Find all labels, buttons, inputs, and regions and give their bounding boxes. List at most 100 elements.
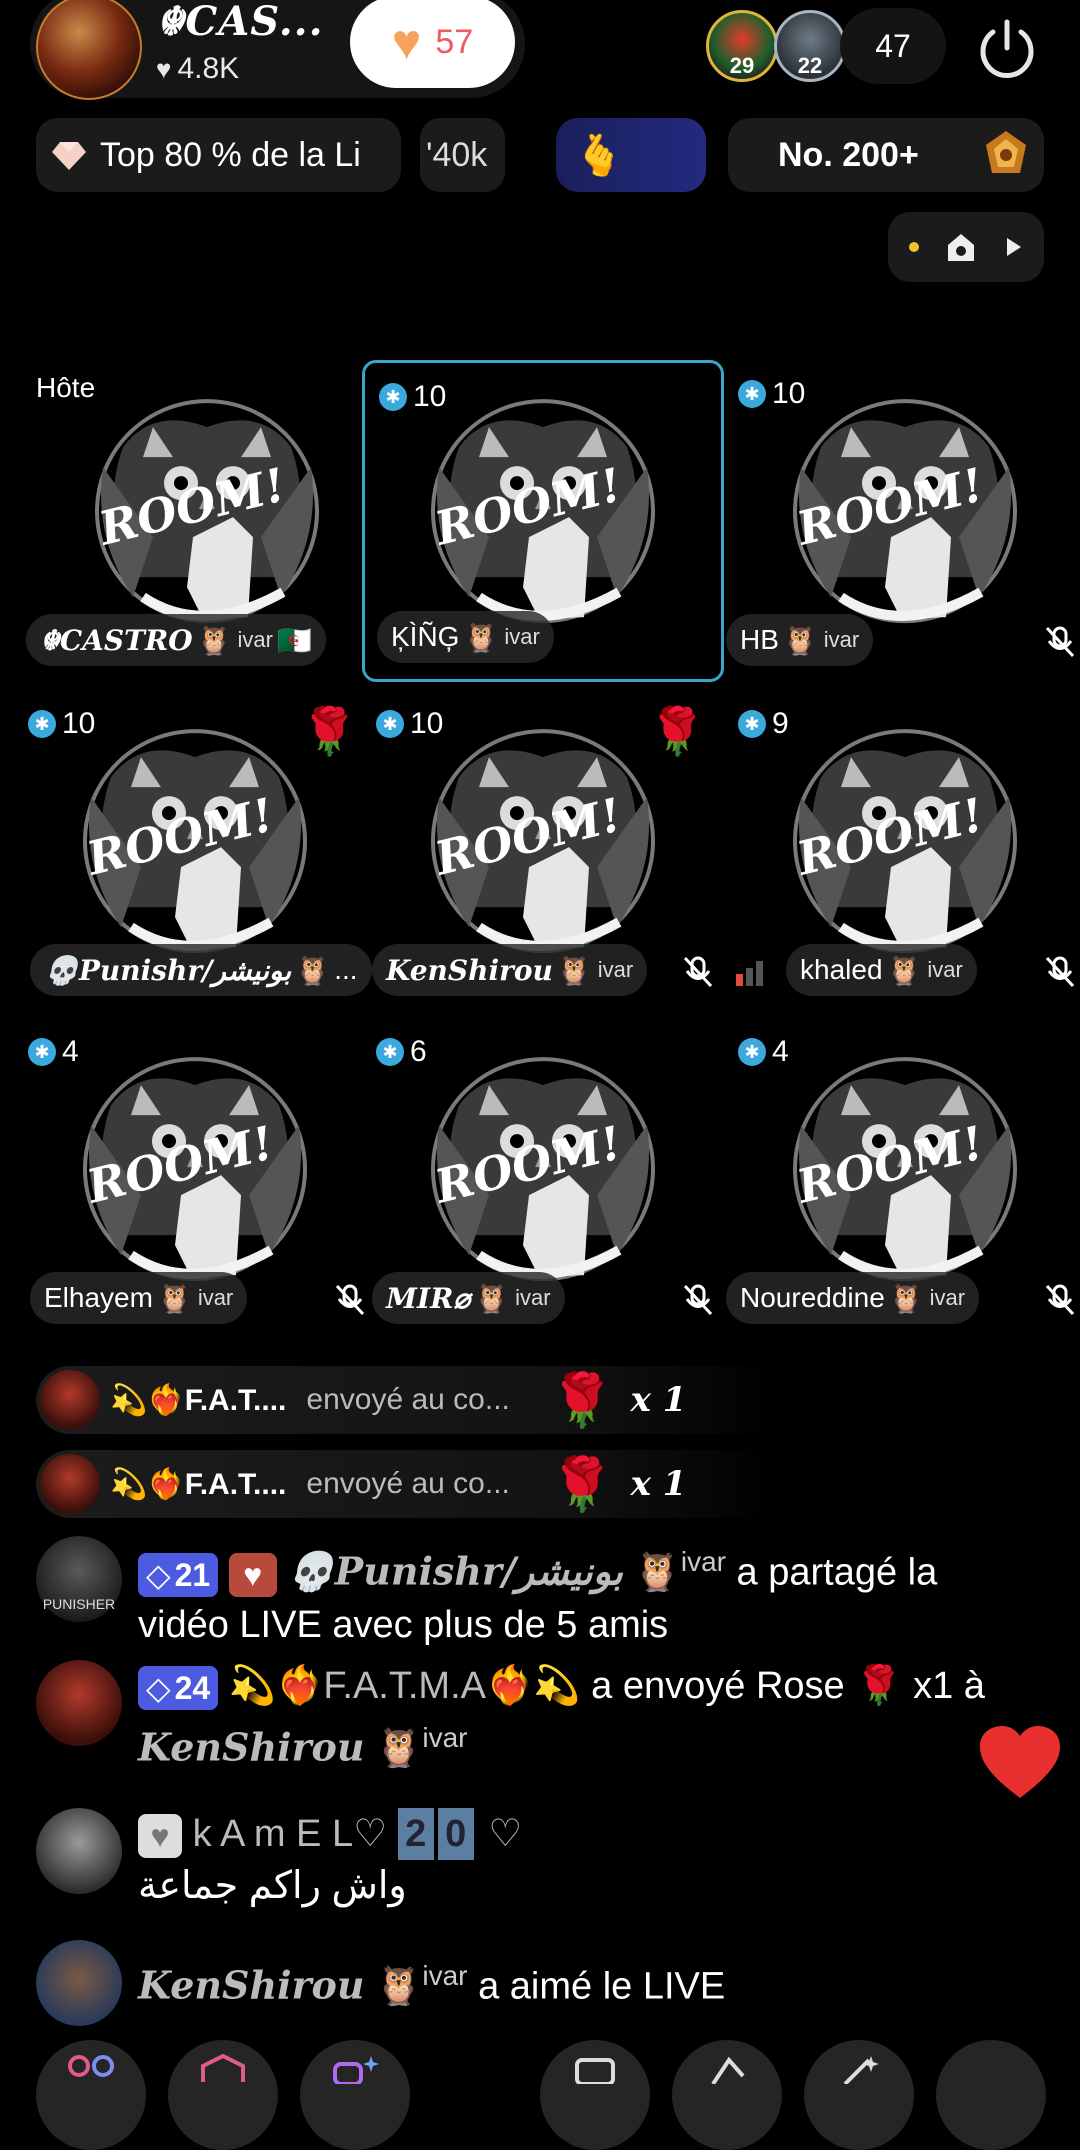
gift-notification[interactable]: 💫❤️‍🔥F.A.T.... envoyé au co... 🌹 x 1: [36, 1366, 776, 1434]
seat-level: ✱ 6: [376, 1032, 427, 1072]
play-arrow-icon: [1007, 238, 1022, 256]
mic-muted-icon: [1045, 626, 1075, 658]
user-avatar[interactable]: PUNISHER: [36, 1536, 122, 1622]
level-badge: ◇ 24: [138, 1665, 219, 1710]
user-avatar[interactable]: [36, 1940, 122, 2026]
tools-button[interactable]: [804, 2040, 914, 2150]
seat-name-tag: 💀Punishr/بونيشر 🦉 ...: [30, 944, 372, 996]
seat-5[interactable]: ✱ 10 🌹 KenShirou 🦉 ivar: [362, 690, 724, 1012]
seat-name-tag: KenShirou 🦉 ivar: [372, 944, 648, 996]
seat-2[interactable]: ✱ 10 ĶÌÑĢ 🦉 ivar: [362, 360, 724, 682]
seat-name: MIR⌀: [386, 1281, 471, 1315]
viewer-count[interactable]: 47: [840, 8, 946, 84]
gift-multiplier: x 1: [630, 1380, 687, 1420]
bottom-toolbar: [0, 2030, 1080, 2150]
seat-9[interactable]: ✱ 4 Noureddine 🦉 ivar: [724, 1018, 1080, 1340]
user-avatar[interactable]: [36, 1808, 122, 1894]
share-button[interactable]: [672, 2040, 782, 2150]
diamond-level-icon: ◇: [146, 1669, 171, 1706]
rank-pill[interactable]: No. 200+: [728, 118, 1044, 192]
seat-host[interactable]: Hôte ☬CASTRO 🦉 ivar 🇩🇿: [26, 360, 388, 682]
league-pill[interactable]: Top 80 % de la Li: [36, 118, 401, 192]
seat-name: HB: [740, 624, 779, 655]
seat-4[interactable]: ✱ 10 🌹 💀Punishr/بونيشر 🦉 ...: [14, 690, 376, 1012]
effects-button[interactable]: [300, 2040, 410, 2150]
host-likes: ♥ 4.8K: [156, 52, 239, 86]
owl-emoji-icon: 🦉: [375, 1727, 423, 1770]
chat-target-user[interactable]: KenShirou: [138, 1725, 365, 1770]
mic-muted-icon: [683, 956, 713, 988]
chat-body: ◇ 21 ♥ 💀Punishr/بونيشر 🦉ivar a partagé la…: [138, 1536, 1038, 1651]
seat-level: ✱ 9: [738, 704, 789, 744]
seat-name: 💀Punishr/بونيشر: [44, 953, 292, 987]
top-viewer-avatar[interactable]: 22: [774, 10, 846, 82]
seat-suffix: ivar: [197, 1285, 234, 1310]
owl-emoji-icon: 🦉: [888, 1282, 924, 1314]
user-avatar[interactable]: [36, 1660, 122, 1746]
seat-name: ĶÌÑĢ: [391, 621, 460, 652]
room-owl-image: [419, 717, 667, 965]
gift-sender-avatar[interactable]: [40, 1370, 100, 1430]
finger-heart-pill[interactable]: 🫰: [556, 118, 706, 192]
level-value: 9: [772, 707, 789, 740]
gift-notification[interactable]: 💫❤️‍🔥F.A.T.... envoyé au co... 🌹 x 1: [36, 1450, 776, 1518]
user-suffix: ivar: [422, 1960, 468, 1991]
guests-button[interactable]: [36, 2040, 146, 2150]
inbox-button[interactable]: [168, 2040, 278, 2150]
seat-8[interactable]: ✱ 6 MIR⌀ 🦉 ivar: [362, 1018, 724, 1340]
level-icon: ✱: [376, 1038, 404, 1066]
level-value: 4: [62, 1035, 79, 1068]
live-header: ☬CAS... ♥ 4.8K ♥ 57 29 22 47: [0, 0, 1080, 110]
seat-name-tag: khaled 🦉 ivar: [786, 944, 977, 996]
room-owl-image: [419, 1045, 667, 1293]
rose-gift-icon: 🌹: [549, 1371, 615, 1430]
seat-6[interactable]: ✱ 9 khaled 🦉 ivar: [724, 690, 1080, 1012]
seat-3[interactable]: ✱ 10 HB 🦉 ivar: [724, 360, 1080, 682]
seat-suffix: ...: [334, 954, 358, 985]
room-owl-image: [71, 717, 319, 965]
screen-button[interactable]: [540, 2040, 650, 2150]
chat-username[interactable]: k A m E L♡: [193, 1813, 388, 1855]
chat-username[interactable]: 💫❤️‍🔥F.A.T.M.A❤️‍🔥💫: [229, 1665, 581, 1707]
level-icon: ✱: [379, 383, 407, 411]
seat-grid: Hôte ☬CASTRO 🦉 ivar 🇩🇿 ✱ 10 ĶÌÑĢ 🦉 ivar ✱…: [0, 360, 1080, 1350]
heart-icon: ♥: [156, 54, 172, 84]
rose-icon: 🌹: [300, 705, 358, 757]
follow-button[interactable]: ♥ 57: [350, 0, 515, 88]
gift-sender-avatar[interactable]: [40, 1454, 100, 1514]
live-control-pill[interactable]: [888, 212, 1044, 282]
chat-username[interactable]: 💀Punishr/بونيشر: [287, 1549, 623, 1594]
gift-sender: 💫❤️‍🔥F.A.T....: [110, 1467, 287, 1501]
viewer-badge: 22: [797, 53, 823, 78]
wand-icon: [843, 2056, 879, 2084]
user-suffix: ivar: [422, 1722, 468, 1753]
level-icon: ✱: [738, 710, 766, 738]
seat-name-tag: ☬CASTRO 🦉 ivar 🇩🇿: [26, 614, 326, 666]
digit-box: 2: [397, 1808, 434, 1860]
seat-name-tag: HB 🦉 ivar: [726, 614, 874, 666]
seat-level: ✱ 4: [28, 1032, 79, 1072]
chat-username[interactable]: KenShirou: [138, 1963, 365, 2008]
top-viewer-avatar[interactable]: 29: [706, 10, 778, 82]
seat-suffix: ivar: [515, 1285, 551, 1310]
seat-name-tag: Elhayem 🦉 ivar: [30, 1272, 248, 1324]
seat-7[interactable]: ✱ 4 Elhayem 🦉 ivar: [14, 1018, 376, 1340]
gift-sender: 💫❤️‍🔥F.A.T....: [110, 1383, 287, 1417]
diamond-icon: [52, 142, 86, 170]
seat-name-tag: ĶÌÑĢ 🦉 ivar: [377, 611, 554, 663]
chat-text: a envoyé Rose 🌹 x1 à: [591, 1665, 985, 1707]
floating-heart-icon: [980, 1726, 1060, 1798]
level-value: 4: [772, 1035, 789, 1068]
seat-name-tag: MIR⌀ 🦉 ivar: [372, 1272, 565, 1324]
ranking-scroll-text: '40k: [420, 118, 506, 192]
more-button[interactable]: [936, 2040, 1046, 2150]
seat-suffix: ivar: [237, 627, 273, 652]
power-icon[interactable]: [976, 18, 1038, 80]
notification-dot: [908, 242, 919, 252]
host-label: Hôte: [36, 372, 96, 403]
room-owl-image: [83, 387, 331, 635]
home-camera-icon: [947, 234, 974, 261]
ranking-row: Top 80 % de la Li '40k 🫰 No. 200+: [0, 118, 1080, 192]
avatar-caption: PUNISHER: [42, 1596, 116, 1612]
seat-name: khaled: [800, 954, 883, 985]
